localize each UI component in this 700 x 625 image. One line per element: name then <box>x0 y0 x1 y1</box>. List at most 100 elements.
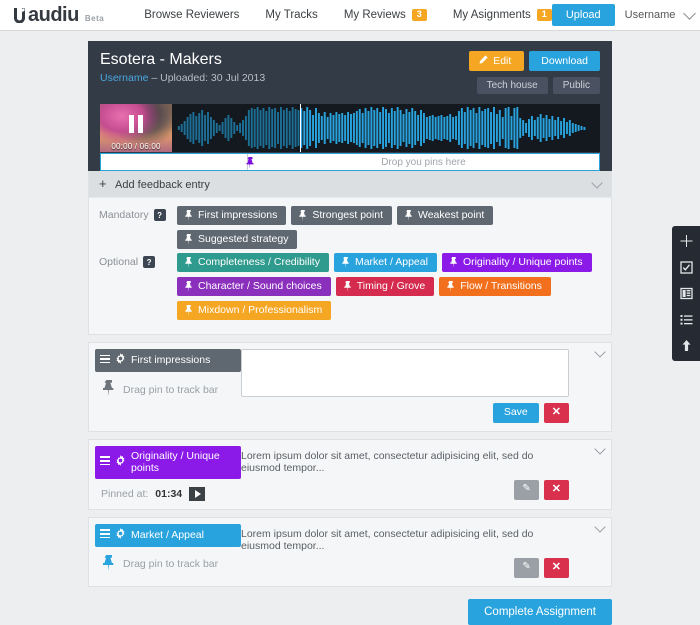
delete-button[interactable]: ✕ <box>543 403 569 423</box>
tag-originality-unique-points[interactable]: Originality / Unique points <box>441 253 592 272</box>
tag-character-sound-choices[interactable]: Character / Sound choices <box>177 277 331 296</box>
complete-assignment-button[interactable]: Complete Assignment <box>468 598 612 625</box>
card-pin-hint-row: Drag pin to track bar <box>95 372 241 399</box>
drag-handle-icon[interactable] <box>100 529 110 540</box>
download-button[interactable]: Download <box>529 51 600 71</box>
card-pin-hint-row: Drag pin to track bar <box>95 547 241 574</box>
card-left-column: Market / Appeal Drag pin to track bar <box>89 518 241 586</box>
drag-handle-icon[interactable] <box>100 354 110 366</box>
play-button[interactable] <box>189 486 206 501</box>
mandatory-tag-row: Mandatory ? First impressions Strongest … <box>99 206 601 249</box>
tag-flow-transitions[interactable]: Flow / Transitions <box>439 277 551 296</box>
chevron-down-icon[interactable] <box>683 6 697 20</box>
gear-icon[interactable] <box>115 353 126 367</box>
card-title: Originality / Unique points <box>131 449 220 474</box>
feedback-card-market-appeal: Market / Appeal Drag pin to track bar Lo… <box>88 516 612 587</box>
mandatory-help-icon[interactable]: ? <box>153 209 166 221</box>
add-feedback-entry-label: Add feedback entry <box>115 179 210 191</box>
page-content: Esotera - Makers Username – Uploaded: 30… <box>0 31 700 625</box>
my-assignments-badge: 1 <box>536 8 552 22</box>
pin-drop-bar[interactable]: Drop you pins here <box>100 153 600 171</box>
panel-icon[interactable] <box>679 286 694 301</box>
card-header-market-appeal[interactable]: Market / Appeal <box>95 523 241 547</box>
tag-label: First impressions <box>198 209 278 221</box>
pin-icon <box>446 280 455 292</box>
tag-weakest-point[interactable]: Weakest point <box>397 206 494 225</box>
edit-button[interactable]: Edit <box>469 51 525 71</box>
pin-icon[interactable] <box>101 554 116 574</box>
tag-label: Completeness / Credibility <box>198 256 320 268</box>
save-button[interactable]: Save <box>492 403 539 423</box>
delete-button[interactable]: ✕ <box>543 479 569 500</box>
nav-item-my-assignments[interactable]: My Asignments 1 <box>453 8 552 22</box>
gear-icon[interactable] <box>115 454 126 469</box>
nav-item-my-tracks[interactable]: My Tracks <box>265 9 317 21</box>
pin-icon[interactable] <box>101 380 116 399</box>
nav-item-browse-reviewers[interactable]: Browse Reviewers <box>144 9 239 21</box>
card-header-originality[interactable]: Originality / Unique points <box>95 445 241 479</box>
checkbox-icon[interactable] <box>679 260 694 275</box>
add-feedback-entry-label-group: + Add feedback entry <box>99 177 210 191</box>
collapse-chevron-icon[interactable] <box>594 346 606 358</box>
add-feedback-entry-bar[interactable]: + Add feedback entry <box>89 171 611 198</box>
nav-links: Browse Reviewers My Tracks My Reviews 3 … <box>144 8 552 22</box>
card-header-first-impressions[interactable]: First impressions <box>95 349 241 372</box>
plus-icon: + <box>99 176 107 191</box>
tag-first-impressions[interactable]: First impressions <box>177 206 287 225</box>
arrow-up-icon[interactable] <box>679 338 694 353</box>
genre-tag[interactable]: Tech house <box>476 77 548 94</box>
card-title: First impressions <box>131 354 211 366</box>
tag-strongest-point[interactable]: Strongest point <box>291 206 392 225</box>
tag-market-appeal[interactable]: Market / Appeal <box>333 253 437 272</box>
optional-label-group: Optional ? <box>99 253 177 268</box>
track-action-buttons: Edit Download <box>469 51 600 71</box>
nav-right-group: Upload Username <box>551 0 700 30</box>
upload-button[interactable]: Upload <box>551 4 615 26</box>
tag-timing-grove[interactable]: Timing / Grove <box>335 277 435 296</box>
optional-tag-row: Optional ? Completeness / Credibility Ma… <box>99 253 601 320</box>
edit-button[interactable]: ✎ <box>514 479 539 500</box>
list-icon[interactable] <box>679 312 694 327</box>
mandatory-label-group: Mandatory ? <box>99 206 177 221</box>
nav-label: My Reviews <box>343 8 406 21</box>
pause-icon[interactable] <box>129 115 143 134</box>
pin-icon <box>184 304 193 316</box>
track-uploaded-date: – Uploaded: 30 Jul 2013 <box>151 72 266 84</box>
username-label[interactable]: Username <box>625 9 676 21</box>
top-navbar: audiu Beta Browse Reviewers My Tracks My… <box>0 0 700 31</box>
my-reviews-badge: 3 <box>411 8 427 22</box>
album-art[interactable]: 00:00 / 06:00 <box>100 104 172 152</box>
drag-handle-icon[interactable] <box>100 456 110 467</box>
gear-icon[interactable] <box>115 527 126 542</box>
brand-beta-label: Beta <box>84 14 105 23</box>
pin-icon <box>184 233 193 245</box>
footer-actions: Complete Assignment <box>88 587 612 625</box>
tag-suggested-strategy[interactable]: Suggested strategy <box>177 230 298 249</box>
mandatory-label: Mandatory <box>99 209 149 221</box>
time-display: 00:00 / 06:00 <box>111 142 161 151</box>
brand-logo-group[interactable]: audiu Beta <box>0 5 104 25</box>
tag-mixdown-professionalism[interactable]: Mixdown / Professionalism <box>177 301 332 320</box>
nav-item-my-reviews[interactable]: My Reviews 3 <box>343 8 427 22</box>
plus-icon[interactable] <box>679 234 694 249</box>
collapse-chevron-icon[interactable] <box>591 177 603 189</box>
collapse-chevron-icon[interactable] <box>594 443 606 455</box>
card-left-column: First impressions Drag pin to track bar <box>89 343 241 431</box>
card-body-originality: Lorem ipsum dolor sit amet, consectetur … <box>241 440 577 509</box>
delete-button[interactable]: ✕ <box>543 557 569 578</box>
playhead-marker[interactable] <box>300 104 302 152</box>
feedback-card-originality: Originality / Unique points Pinned at: 0… <box>88 438 612 510</box>
track-uploader-link[interactable]: Username <box>100 72 148 84</box>
collapse-chevron-icon[interactable] <box>594 521 606 533</box>
pin-marker-icon[interactable] <box>246 157 255 172</box>
brand-name: audiu <box>28 4 79 26</box>
optional-help-icon[interactable]: ? <box>143 256 156 268</box>
optional-tag-list: Completeness / Credibility Market / Appe… <box>177 253 601 320</box>
waveform[interactable] <box>172 104 600 152</box>
feedback-textarea[interactable] <box>241 349 569 397</box>
track-meta: Username – Uploaded: 30 Jul 2013 <box>100 72 265 84</box>
visibility-tag[interactable]: Public <box>552 77 600 94</box>
edit-button[interactable]: ✎ <box>514 557 539 578</box>
tag-completeness-credibility[interactable]: Completeness / Credibility <box>177 253 329 272</box>
tag-selection-area: Mandatory ? First impressions Strongest … <box>89 198 611 334</box>
